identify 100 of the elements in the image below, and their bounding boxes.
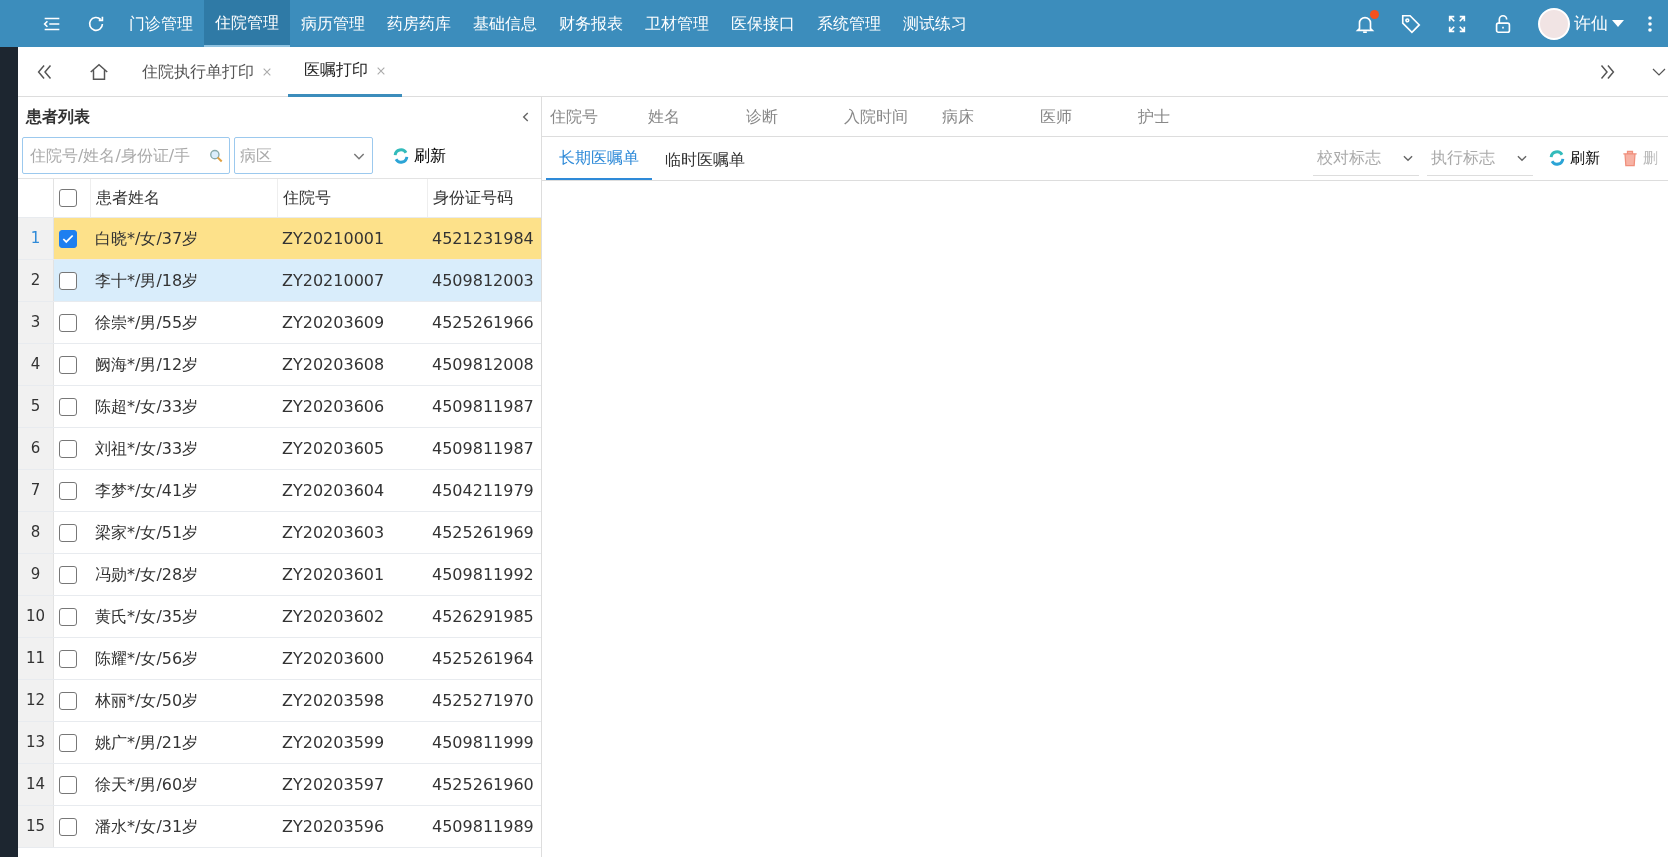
row-checkbox[interactable]: [59, 397, 77, 416]
tag-icon[interactable]: [1400, 12, 1422, 35]
table-cell-text: 4509812003: [431, 269, 535, 292]
table-cell-text: 冯勋*/女/28岁: [94, 563, 200, 586]
row-checkbox[interactable]: [59, 691, 77, 710]
menu-item[interactable]: 药房药库: [376, 0, 462, 47]
filter-select[interactable]: 执行标志: [1427, 140, 1533, 176]
table-cell-text: ZY20203606: [281, 395, 386, 418]
ward-select[interactable]: 病区: [234, 137, 373, 174]
row-number: 5: [18, 386, 54, 427]
table-cell-text: ZY20203596: [281, 815, 386, 838]
row-number: 14: [18, 764, 54, 805]
table-cell-text: 4525271970: [431, 689, 535, 712]
row-checkbox[interactable]: [59, 439, 77, 458]
info-label: 护士: [1138, 105, 1171, 128]
row-checkbox[interactable]: [59, 313, 77, 332]
menu-item[interactable]: 系统管理: [806, 0, 892, 47]
table-cell-text: ZY20210001: [281, 227, 386, 250]
filter-select[interactable]: 校对标志: [1313, 140, 1419, 176]
row-number: 7: [18, 470, 54, 511]
table-cell-text: 4526291985: [431, 605, 535, 628]
order-tab[interactable]: 长期医嘱单: [546, 138, 652, 180]
table-cell-text: ZY20203601: [281, 563, 386, 586]
row-checkbox[interactable]: [59, 565, 77, 584]
row-checkbox[interactable]: [59, 733, 77, 752]
table-cell-text: 4509812008: [431, 353, 535, 376]
refresh-button[interactable]: 刷新: [385, 143, 452, 168]
table-cell-text: ZY20203597: [281, 773, 386, 796]
row-checkbox[interactable]: [59, 817, 77, 836]
row-number: 12: [18, 680, 54, 721]
menu-item[interactable]: 病历管理: [290, 0, 376, 47]
select-all-checkbox[interactable]: [59, 189, 77, 207]
table-cell-text: ZY20203604: [281, 479, 386, 502]
menu-item[interactable]: 财务报表: [548, 0, 634, 47]
column-header: 患者姓名: [90, 179, 277, 217]
table-cell-text: 徐天*/男/60岁: [94, 773, 200, 796]
caret-icon: [1612, 20, 1624, 27]
menu-item[interactable]: 卫材管理: [634, 0, 720, 47]
table-cell-text: 4509811987: [431, 395, 535, 418]
menu-item[interactable]: 门诊管理: [118, 0, 204, 47]
table-cell-text: 4509811999: [431, 731, 535, 754]
row-number: 1: [18, 218, 54, 259]
info-label: 住院号: [550, 105, 599, 128]
row-checkbox[interactable]: [59, 775, 77, 794]
page-tab[interactable]: 医嘱打印: [304, 58, 368, 82]
ward-placeholder: 病区: [240, 144, 272, 167]
table-cell-text: 陈耀*/女/56岁: [94, 647, 200, 670]
row-number: 13: [18, 722, 54, 763]
trash-icon: [1620, 148, 1640, 168]
menu-item[interactable]: 医保接口: [720, 0, 806, 47]
table-cell-text: ZY20203605: [281, 437, 386, 460]
row-number: 10: [18, 596, 54, 637]
table-cell-text: 李梦*/女/41岁: [94, 479, 200, 502]
row-number: 4: [18, 344, 54, 385]
table-cell-text: 4525261966: [431, 311, 535, 334]
table-cell-text: 4504211979: [431, 479, 535, 502]
search-field[interactable]: 住院号/姓名/身份证/手: [22, 137, 230, 174]
filter-placeholder: 执行标志: [1431, 146, 1495, 169]
row-number: 3: [18, 302, 54, 343]
table-cell-text: 4525261969: [431, 521, 535, 544]
column-header: 住院号: [277, 179, 427, 217]
row-checkbox[interactable]: [59, 481, 77, 500]
row-number: 8: [18, 512, 54, 553]
table-cell-text: 4525261964: [431, 647, 535, 670]
table-cell-text: ZY20203602: [281, 605, 386, 628]
row-number: 6: [18, 428, 54, 469]
menu-item[interactable]: 基础信息: [462, 0, 548, 47]
more-icon[interactable]: [1648, 15, 1652, 32]
refresh-button[interactable]: 刷新: [1541, 146, 1606, 170]
row-checkbox[interactable]: [59, 355, 77, 374]
page-tab[interactable]: 住院执行单打印: [142, 59, 254, 84]
table-cell-text: 4521231984: [431, 227, 535, 250]
row-checkbox[interactable]: [59, 523, 77, 542]
order-tab[interactable]: 临时医嘱单: [652, 140, 758, 180]
table-cell-text: 梁家*/女/51岁: [94, 521, 200, 544]
user-name[interactable]: 许仙: [1574, 10, 1608, 37]
row-checkbox[interactable]: [59, 649, 77, 668]
delete-button[interactable]: 删: [1614, 146, 1664, 170]
table-cell-text: 黄氏*/女/35岁: [94, 605, 200, 628]
table-cell-text: ZY20203603: [281, 521, 386, 544]
row-number: 9: [18, 554, 54, 595]
table-cell-text: 刘祖*/女/33岁: [94, 437, 200, 460]
panel-title: 患者列表: [26, 106, 90, 128]
menu-item[interactable]: 住院管理: [204, 0, 290, 47]
row-checkbox[interactable]: [59, 229, 77, 248]
filter-placeholder: 校对标志: [1317, 146, 1381, 169]
table-cell-text: ZY20203598: [281, 689, 386, 712]
column-header: 身份证号码: [427, 179, 541, 217]
table-cell-text: ZY20203600: [281, 647, 386, 670]
info-label: 入院时间: [844, 105, 909, 128]
table-cell-text: 潘水*/女/31岁: [94, 815, 200, 838]
row-number: 15: [18, 806, 54, 847]
table-cell-text: ZY20203599: [281, 731, 386, 754]
table-cell-text: ZY20203609: [281, 311, 386, 334]
info-label: 病床: [942, 105, 975, 128]
table-cell-text: 4509811992: [431, 563, 535, 586]
row-checkbox[interactable]: [59, 607, 77, 626]
row-number: 2: [18, 260, 54, 301]
row-checkbox[interactable]: [59, 271, 77, 290]
menu-item[interactable]: 测试练习: [892, 0, 978, 47]
